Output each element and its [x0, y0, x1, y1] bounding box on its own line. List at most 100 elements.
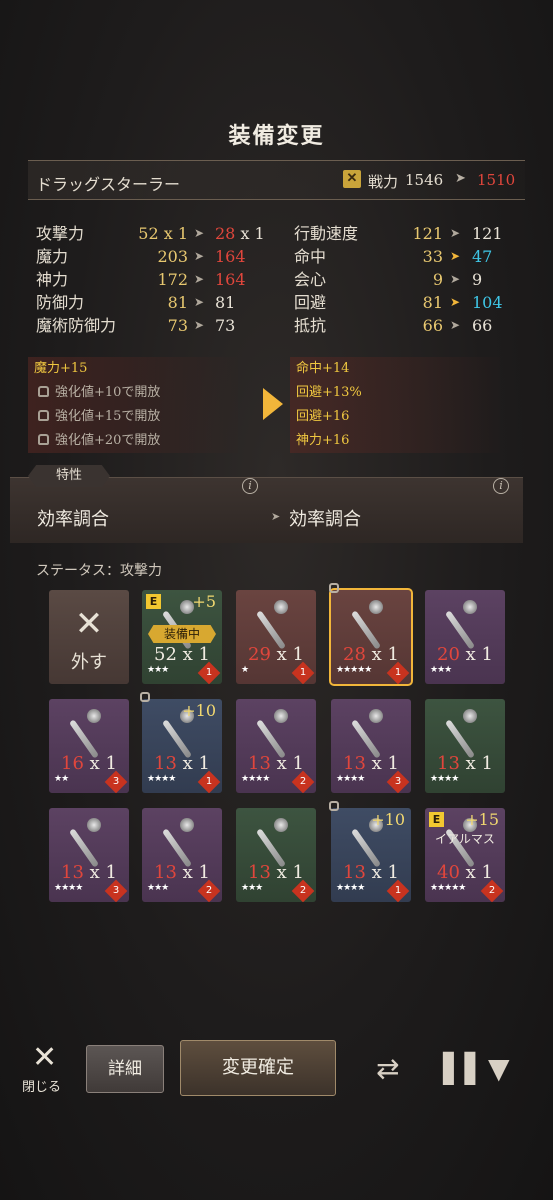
- stat-new: 73: [215, 316, 236, 335]
- weapon-card[interactable]: 13 x 1 ★★★★ 3: [331, 699, 411, 793]
- stat-old: 81: [167, 293, 188, 312]
- stat-old: 81: [422, 293, 443, 312]
- stat-new: 164: [215, 247, 246, 266]
- level-badge: 1: [291, 661, 315, 684]
- stat-label: 神力: [36, 270, 69, 289]
- stat-label: 行動速度: [294, 224, 359, 243]
- stat-new: 47: [472, 247, 493, 266]
- close-button-label[interactable]: 閉じる: [22, 1076, 61, 1095]
- bonus-row: 命中+14: [290, 357, 500, 381]
- stat-old: 66: [422, 316, 443, 335]
- stat-old: 52 x 1: [138, 224, 188, 243]
- level-badge: 2: [291, 770, 315, 793]
- rarity-stars: ★: [241, 665, 249, 675]
- equipped-e-badge: E: [146, 594, 161, 609]
- rarity-stars: ★★★★: [54, 883, 83, 893]
- arrow-right-icon: ➤: [194, 249, 205, 263]
- arrow-up-icon: ➤: [450, 295, 461, 309]
- weapon-card[interactable]: E +15 イアルマス 40 x 1 ★★★★★ 2: [425, 808, 505, 902]
- enhance-level: +5: [192, 592, 216, 611]
- rarity-stars: ★★★★: [147, 774, 176, 784]
- stat-new: 121: [472, 224, 503, 243]
- weapon-card[interactable]: +10 13 x 1 ★★★★ 1: [331, 808, 411, 902]
- level-badge: 2: [480, 879, 504, 902]
- stat-new: 104: [472, 293, 503, 312]
- equipped-tag: 装備中: [148, 625, 216, 643]
- staff-head: [87, 709, 101, 723]
- level-badge: 3: [386, 770, 410, 793]
- level-badge: 1: [197, 770, 221, 793]
- stat-old: 9: [432, 270, 443, 289]
- staff-head: [463, 600, 477, 614]
- stat-new: 81: [215, 293, 236, 312]
- level-badge: 1: [197, 661, 221, 684]
- sort-bars-icon[interactable]: ▐▐: [432, 1052, 475, 1085]
- bonus-row-locked: 強化値+20で開放: [28, 429, 238, 453]
- weapon-card[interactable]: 16 x 1 ★★ 3: [49, 699, 129, 793]
- weapon-card-selected[interactable]: 28 x 1 ★★★★★ 1: [329, 588, 413, 686]
- trait-current: 効率調合: [37, 509, 109, 530]
- rarity-stars: ★★★★★: [336, 665, 372, 675]
- weapon-card[interactable]: E +5 装備中 52 x 1 ★★★ 1: [142, 590, 222, 684]
- bonus-row: 神力+16: [290, 429, 500, 453]
- filter-icon[interactable]: ▼: [488, 1052, 510, 1085]
- lock-icon: [38, 434, 49, 445]
- swap-icon[interactable]: ⇄: [376, 1052, 399, 1085]
- weapon-card[interactable]: 13 x 1 ★★★ 2: [236, 808, 316, 902]
- enhance-level: +10: [182, 701, 216, 720]
- sort-status-label[interactable]: ステータス：攻撃力: [36, 560, 162, 580]
- crossed-swords-icon: ✕: [343, 170, 361, 188]
- staff-head: [274, 600, 288, 614]
- stat-label: 抵抗: [294, 316, 327, 335]
- stat-new: 9: [472, 270, 483, 289]
- level-badge: 3: [104, 879, 128, 902]
- weapon-card[interactable]: 20 x 1 ★★★: [425, 590, 505, 684]
- power-old-value: 1546: [405, 171, 444, 189]
- close-icon[interactable]: ✕: [32, 1040, 57, 1075]
- weapon-card[interactable]: 29 x 1 ★ 1: [236, 590, 316, 684]
- bonus-row: 魔力+15: [28, 357, 238, 381]
- stat-label: 魔術防御力: [36, 316, 117, 335]
- rarity-stars: ★★★: [147, 665, 169, 675]
- remove-equipment-button[interactable]: ✕ 外す: [49, 590, 129, 684]
- stat-new: 164: [215, 270, 246, 289]
- rarity-stars: ★★★: [241, 883, 263, 893]
- stat-label: 回避: [294, 293, 327, 312]
- arrow-right-icon: ➤: [194, 318, 205, 332]
- trait-new: 効率調合: [289, 509, 361, 530]
- stat-label: 魔力: [36, 247, 69, 266]
- equipped-e-badge: E: [429, 812, 444, 827]
- lock-icon: [140, 692, 150, 702]
- weapon-card[interactable]: +10 13 x 1 ★★★★ 1: [142, 699, 222, 793]
- lock-icon: [329, 801, 339, 811]
- page-title: 装備変更: [228, 123, 325, 149]
- card-value: 13 x 1: [437, 753, 493, 774]
- detail-button[interactable]: 詳細: [86, 1045, 164, 1093]
- staff-head: [274, 818, 288, 832]
- level-badge: 2: [291, 879, 315, 902]
- arrow-right-icon: ➤: [194, 295, 205, 309]
- stat-label: 攻撃力: [36, 224, 85, 243]
- weapon-card[interactable]: 13 x 1 ★★★★ 3: [49, 808, 129, 902]
- stat-old: 33: [422, 247, 443, 266]
- stat-label: 会心: [294, 270, 327, 289]
- level-badge: 2: [197, 879, 221, 902]
- info-icon[interactable]: i: [242, 478, 258, 494]
- stat-new: 28 x 1: [215, 224, 265, 243]
- confirm-change-button[interactable]: 変更確定: [180, 1040, 336, 1096]
- weapon-card[interactable]: 13 x 1 ★★★★ 2: [236, 699, 316, 793]
- equipped-by-name: イアルマス: [435, 832, 495, 846]
- weapon-card[interactable]: 13 x 1 ★★★★: [425, 699, 505, 793]
- rarity-stars: ★★★★: [336, 883, 365, 893]
- bonus-row: 回避+13%: [290, 381, 500, 405]
- weapon-card[interactable]: 13 x 1 ★★★ 2: [142, 808, 222, 902]
- stat-old: 203: [157, 247, 188, 266]
- info-icon[interactable]: i: [493, 478, 509, 494]
- staff-head: [463, 709, 477, 723]
- rarity-stars: ★★★★★: [430, 883, 466, 893]
- close-icon: ✕: [74, 604, 104, 644]
- arrow-right-icon: ➤: [194, 272, 205, 286]
- arrow-right-icon: ➤: [455, 171, 466, 186]
- stat-new: 66: [472, 316, 493, 335]
- card-value: 20 x 1: [437, 644, 493, 665]
